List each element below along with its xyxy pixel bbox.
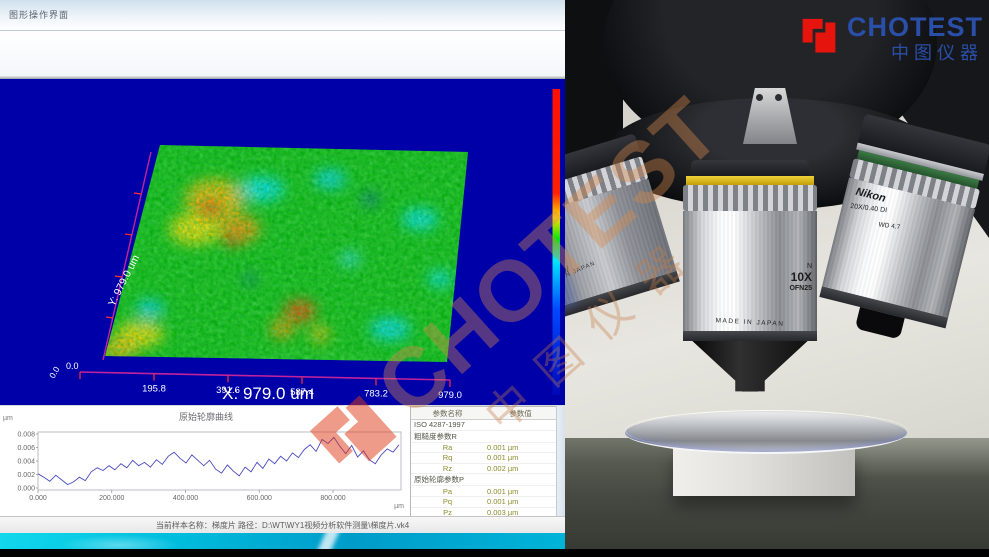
param-value: 0.001 µm xyxy=(484,442,557,453)
param-section-row[interactable]: 原始轮廓参数P xyxy=(411,474,557,486)
cone-nub xyxy=(742,391,758,403)
sample-pedestal xyxy=(673,449,855,496)
objective-madein: MADE IN JAPAN xyxy=(683,315,817,329)
objective-magnification: 10X xyxy=(789,271,812,285)
param-row[interactable]: Rz0.002 µm xyxy=(411,463,557,474)
chotest-logo: CHOTEST 中图仪器 xyxy=(799,14,983,62)
surface-3d-plot: 195.8391.6587.4783.2979.0 0.0 0.0 X: 979… xyxy=(0,79,565,405)
logo-brand-cn: 中图仪器 xyxy=(891,44,983,62)
status-bar: 当前样本名称：梯度片 路径：D:\WT\WY1视频分析软件测量\梯度片.vk4 xyxy=(0,516,565,534)
y-origin-label: 0.0 xyxy=(66,361,79,371)
param-name: Pq xyxy=(411,496,484,507)
z-colorbar xyxy=(553,89,561,395)
profile-y-tick: 0.004 xyxy=(17,459,35,466)
param-table-header: 参数名称 参数值 xyxy=(411,407,557,420)
profile-y-tick: 0.002 xyxy=(17,472,35,479)
param-row[interactable]: Rq0.001 µm xyxy=(411,453,557,464)
sample-disc-rim xyxy=(625,410,908,451)
profile-y-tick: 0.000 xyxy=(17,486,35,493)
parameter-panel[interactable]: 参数名称 参数值 ISO 4287-1997粗糙度参数RRa0.001 µmRq… xyxy=(410,406,558,519)
bottom-black-bar xyxy=(0,549,989,557)
x-tick-label: 979.0 xyxy=(438,390,462,401)
param-section-row[interactable]: 粗糙度参数R xyxy=(411,430,557,442)
objective-brand: Nikon xyxy=(854,186,887,205)
wallpaper-glow xyxy=(60,535,180,550)
objective-center: N 10X OFN25 MADE IN JAPAN xyxy=(683,160,817,412)
profile-x-tick: 0.000 xyxy=(29,495,47,502)
x-axis-title: X: 979.0 um xyxy=(222,384,314,403)
param-value: 0.001 µm xyxy=(484,453,557,464)
logo-brand-text: CHOTEST xyxy=(847,14,983,41)
param-row[interactable]: Pa0.001 µm xyxy=(411,486,557,497)
objective-cap xyxy=(691,160,809,176)
measurement-software-window: 图形操作界面 xyxy=(0,0,565,557)
surface-texture xyxy=(90,134,480,397)
profile-x-tick: 600.000 xyxy=(247,495,272,502)
param-name: Rq xyxy=(411,453,484,464)
profile-chart[interactable]: 0.008 0.006 0.004 0.002 0.000 0.000 200.000 400… xyxy=(0,420,412,512)
x-tick-label: 195.8 xyxy=(142,384,166,395)
param-row[interactable]: Ra0.001 µm xyxy=(411,442,557,453)
param-name: Ra xyxy=(411,442,484,453)
param-table-body: ISO 4287-1997粗糙度参数RRa0.001 µmRq0.001 µmR… xyxy=(411,420,557,520)
param-section-label: 粗糙度参数R xyxy=(411,430,557,442)
col-param-name: 参数名称 xyxy=(411,407,484,420)
param-name: Rz xyxy=(411,463,484,474)
param-section-row[interactable]: ISO 4287-1997 xyxy=(411,420,557,431)
toolbar-area xyxy=(0,31,565,76)
param-row[interactable]: Pq0.001 µm xyxy=(411,496,557,507)
objective-left-madein: IN JAPAN xyxy=(565,261,597,280)
profile-x-tick: 200.000 xyxy=(99,495,124,502)
surface-3d-view[interactable]: 195.8391.6587.4783.2979.0 0.0 0.0 X: 979… xyxy=(0,79,565,405)
param-name: Pa xyxy=(411,486,484,497)
objective-wd: WD 4.7 xyxy=(878,221,900,231)
param-value: 0.002 µm xyxy=(484,463,557,474)
screw-icon xyxy=(756,94,763,101)
objective-spec: 20X/0.40 DI xyxy=(850,203,888,214)
profile-y-tick: 0.008 xyxy=(17,432,35,439)
objective-ofn: OFN25 xyxy=(789,285,812,293)
menu-bar: 图形操作界面 xyxy=(0,0,565,31)
x-tick-label: 783.2 xyxy=(364,388,388,399)
col-param-value: 参数值 xyxy=(484,407,557,420)
chotest-logo-icon xyxy=(799,14,839,60)
objective-body: N 10X OFN25 MADE IN JAPAN xyxy=(683,211,817,331)
x-axis-line xyxy=(80,372,450,380)
status-text: 当前样本名称：梯度片 路径：D:\WT\WY1视频分析软件测量\梯度片.vk4 xyxy=(156,521,409,530)
profile-x-unit: µm xyxy=(394,503,404,510)
param-value: 0.001 µm xyxy=(484,496,557,507)
screenshot-root: 图形操作界面 xyxy=(0,0,989,557)
screw-icon xyxy=(775,94,782,101)
param-value: 0.001 µm xyxy=(484,486,557,497)
analysis-area: 原始轮廓曲线 µm 0.0080.0060.0040.0020.0000.000… xyxy=(0,405,565,517)
yellow-ring xyxy=(686,176,814,185)
profile-y-tick: 0.006 xyxy=(17,445,35,452)
profile-x-tick: 800.000 xyxy=(320,495,345,502)
objective-cone-tip xyxy=(683,341,817,401)
x-origin-label: 0.0 xyxy=(47,365,62,380)
wallpaper-streak xyxy=(316,533,341,550)
profile-x-tick: 400.000 xyxy=(173,495,198,502)
microscope-photo: 50/ IN JAPAN Nikon 20X/0.40 DI WD 4.7 xyxy=(565,0,989,557)
param-section-label: ISO 4287-1997 xyxy=(411,420,557,431)
objective-text-block: N 10X OFN25 xyxy=(789,263,812,293)
objective-rim xyxy=(683,331,817,341)
knurled-ring xyxy=(683,185,817,211)
desktop-wallpaper xyxy=(0,533,565,550)
param-section-label: 原始轮廓参数P xyxy=(411,474,557,486)
menu-item[interactable]: 图形操作界面 xyxy=(9,8,69,21)
param-table: 参数名称 参数值 ISO 4287-1997粗糙度参数RRa0.001 µmRq… xyxy=(411,407,557,519)
